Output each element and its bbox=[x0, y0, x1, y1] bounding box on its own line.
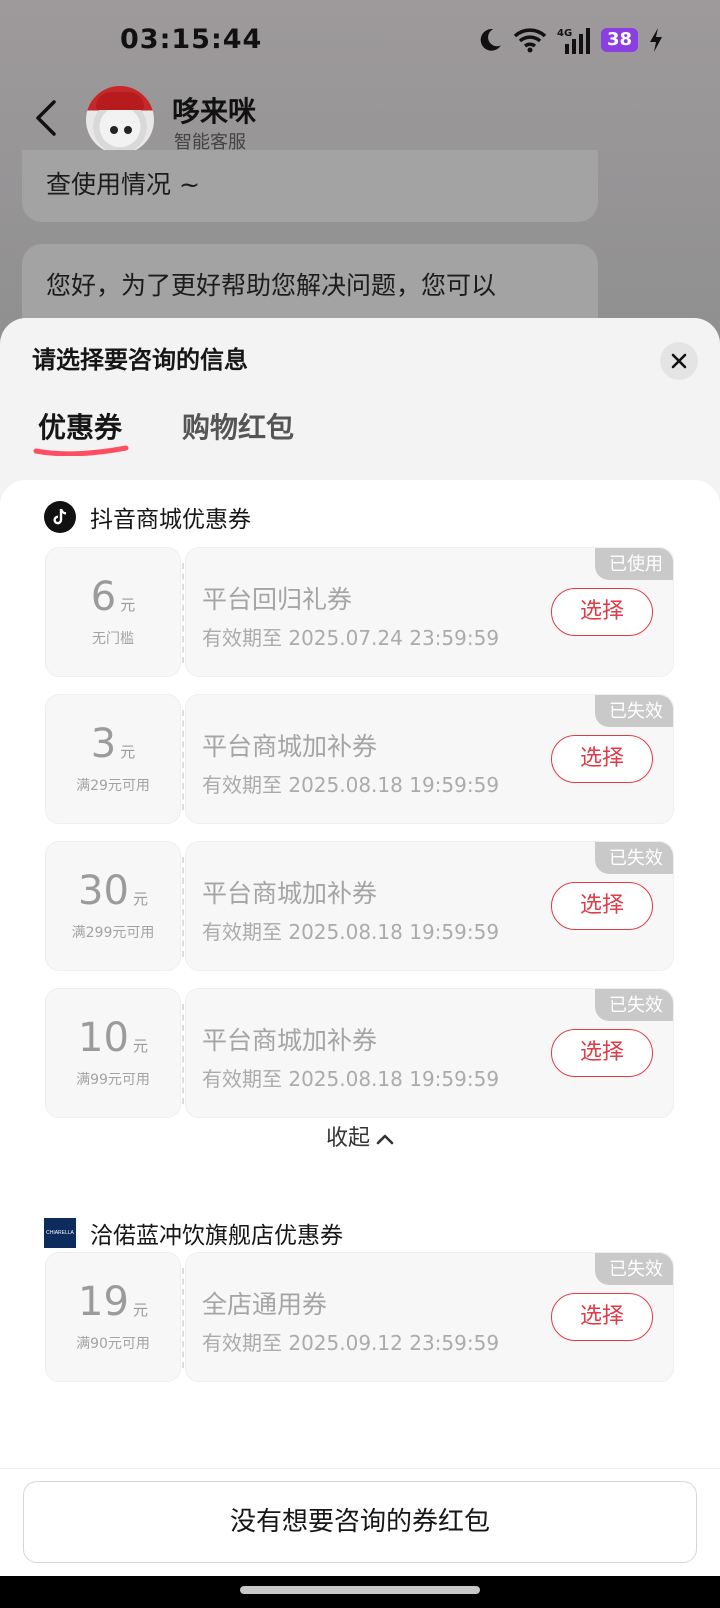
coupon-validity: 有效期至 2025.07.24 23:59:59 bbox=[202, 626, 500, 650]
collapse-button[interactable]: 收起 bbox=[0, 1120, 720, 1152]
coupon-card: 3元 满29元可用 平台商城加补券 有效期至 2025.08.18 19:59:… bbox=[45, 694, 674, 824]
status-badge: 已失效 bbox=[595, 842, 673, 874]
moon-icon bbox=[480, 29, 501, 51]
tab-coupons[interactable]: 优惠券 bbox=[33, 406, 129, 456]
coupon-info-panel: 全店通用券 有效期至 2025.09.12 23:59:59 已失效 选择 bbox=[185, 1252, 674, 1382]
coupon-amount: 10 bbox=[78, 1015, 129, 1061]
tiktok-logo-icon bbox=[44, 501, 76, 533]
coupon-unit: 元 bbox=[120, 743, 136, 761]
coupon-amount: 30 bbox=[78, 868, 129, 914]
dashed-divider bbox=[182, 563, 184, 663]
coupon-title: 平台回归礼券 bbox=[202, 585, 353, 614]
coupon-validity: 有效期至 2025.08.18 19:59:59 bbox=[202, 1067, 500, 1091]
chat-background: 03:15:44 4G 38 哆来咪 智能客服 查使用情况 ~ 您好，为了更好帮… bbox=[0, 0, 720, 360]
bot-avatar bbox=[86, 86, 154, 154]
back-arrow-icon[interactable] bbox=[30, 98, 66, 138]
coupon-amount-panel: 19 元 满90元可用 bbox=[45, 1252, 181, 1382]
tab-shopping-red-packet[interactable]: 购物红包 bbox=[182, 406, 294, 446]
coupon-condition: 满29元可用 bbox=[76, 778, 150, 794]
home-indicator[interactable] bbox=[240, 1586, 480, 1594]
select-button[interactable]: 选择 bbox=[551, 1029, 653, 1077]
coupon-card: 30 元 满299元可用 平台商城加补券 有效期至 2025.08.18 19:5… bbox=[45, 841, 674, 971]
sheet-title: 请选择要咨询的信息 bbox=[32, 346, 248, 374]
cellular-signal-icon: 4G bbox=[557, 28, 590, 54]
coupon-amount: 3 bbox=[90, 721, 117, 767]
status-icons: 4G 38 bbox=[477, 26, 664, 54]
status-badge: 已失效 bbox=[595, 989, 673, 1021]
coupon-condition: 满90元可用 bbox=[76, 1336, 150, 1352]
section-name: 抖音商城优惠券 bbox=[90, 507, 251, 533]
coupon-unit: 元 bbox=[120, 596, 136, 614]
coupon-amount-panel: 10 元 满99元可用 bbox=[45, 988, 181, 1118]
coupon-title: 平台商城加补券 bbox=[202, 879, 378, 908]
coupon-list[interactable]: 抖音商城优惠券 6元 无门槛 平台回归礼券 有效期至 2025.07.24 23… bbox=[0, 480, 720, 1578]
coupon-validity: 有效期至 2025.08.18 19:59:59 bbox=[202, 920, 500, 944]
chat-bubble: 查使用情况 ~ bbox=[22, 150, 598, 222]
collapse-label: 收起 bbox=[325, 1126, 370, 1151]
coupon-condition: 满299元可用 bbox=[71, 925, 155, 941]
tab-label: 优惠券 bbox=[38, 411, 123, 444]
chat-header: 哆来咪 智能客服 bbox=[0, 84, 720, 154]
no-matching-coupon-button[interactable]: 没有想要咨询的券红包 bbox=[23, 1481, 697, 1563]
select-button[interactable]: 选择 bbox=[551, 588, 653, 636]
avatar-eye-left bbox=[110, 126, 118, 134]
tab-label: 购物红包 bbox=[182, 411, 295, 444]
select-button[interactable]: 选择 bbox=[551, 735, 653, 783]
active-tab-underline bbox=[33, 445, 129, 456]
coupon-amount-panel: 3元 满29元可用 bbox=[45, 694, 181, 824]
coupon-title: 平台商城加补券 bbox=[202, 1026, 378, 1055]
close-icon bbox=[671, 353, 687, 369]
section-header: 抖音商城优惠券 bbox=[44, 500, 251, 534]
chevron-up-icon bbox=[376, 1134, 394, 1145]
chiarella-logo: CHIARELLA bbox=[44, 1218, 76, 1248]
coupon-card: 10 元 满99元可用 平台商城加补券 有效期至 2025.08.18 19:59… bbox=[45, 988, 674, 1118]
store-logo-text: CHIARELLA bbox=[46, 1230, 74, 1236]
dashed-divider bbox=[182, 1004, 184, 1104]
charging-icon bbox=[650, 28, 662, 52]
coupon-validity: 有效期至 2025.08.18 19:59:59 bbox=[202, 773, 500, 797]
coupon-amount-panel: 6元 无门槛 bbox=[45, 547, 181, 677]
section-name: 洽偌蓝冲饮旗舰店优惠券 bbox=[90, 1223, 343, 1249]
status-badge: 已失效 bbox=[595, 695, 673, 727]
coupon-info-panel: 平台商城加补券 有效期至 2025.08.18 19:59:59 已失效 选择 bbox=[185, 988, 674, 1118]
coupon-card: 6元 无门槛 平台回归礼券 有效期至 2025.07.24 23:59:59 已… bbox=[45, 547, 674, 677]
coupon-validity: 有效期至 2025.09.12 23:59:59 bbox=[202, 1331, 500, 1355]
status-time: 03:15:44 bbox=[120, 24, 263, 55]
coupon-unit: 元 bbox=[132, 1301, 148, 1319]
coupon-info-panel: 平台回归礼券 有效期至 2025.07.24 23:59:59 已使用 选择 bbox=[185, 547, 674, 677]
tab-bar: 优惠券 购物红包 bbox=[33, 406, 294, 456]
coupon-amount-panel: 30 元 满299元可用 bbox=[45, 841, 181, 971]
dashed-divider bbox=[182, 710, 184, 810]
coupon-info-panel: 平台商城加补券 有效期至 2025.08.18 19:59:59 已失效 选择 bbox=[185, 841, 674, 971]
coupon-unit: 元 bbox=[132, 1037, 148, 1055]
coupon-title: 平台商城加补券 bbox=[202, 732, 378, 761]
coupon-picker-sheet: 请选择要咨询的信息 优惠券 购物红包 抖音商城优惠券 6 元 无门槛 平台回归礼… bbox=[0, 318, 720, 1578]
coupon-card: 19 元 满90元可用 全店通用券 有效期至 2025.09.12 23:59:5… bbox=[45, 1252, 674, 1382]
status-badge: 已使用 bbox=[595, 548, 673, 580]
bot-name: 哆来咪 bbox=[172, 95, 257, 128]
close-button[interactable] bbox=[660, 342, 698, 380]
coupon-amount: 19 bbox=[78, 1279, 129, 1325]
coupon-amount: 6 bbox=[90, 574, 117, 620]
select-button[interactable]: 选择 bbox=[551, 882, 653, 930]
coupon-info-panel: 平台商城加补券 有效期至 2025.08.18 19:59:59 已失效 选择 bbox=[185, 694, 674, 824]
sheet-footer: 没有想要咨询的券红包 bbox=[0, 1468, 720, 1589]
avatar-cap bbox=[96, 92, 144, 110]
coupon-condition: 无门槛 bbox=[92, 631, 134, 647]
coupon-unit: 元 bbox=[132, 890, 148, 908]
section-header: CHIARELLA 洽偌蓝冲饮旗舰店优惠券 bbox=[44, 1216, 343, 1250]
svg-text:4G: 4G bbox=[557, 28, 572, 39]
status-badge: 已失效 bbox=[595, 1253, 673, 1285]
avatar-eye-right bbox=[124, 126, 132, 134]
wifi-icon bbox=[513, 28, 547, 53]
coupon-title: 全店通用券 bbox=[202, 1290, 328, 1319]
select-button[interactable]: 选择 bbox=[551, 1293, 653, 1341]
dashed-divider bbox=[182, 1268, 184, 1368]
dashed-divider bbox=[182, 857, 184, 957]
battery-level: 38 bbox=[600, 28, 638, 52]
coupon-condition: 满99元可用 bbox=[76, 1072, 150, 1088]
status-bar: 03:15:44 4G 38 bbox=[0, 0, 720, 80]
